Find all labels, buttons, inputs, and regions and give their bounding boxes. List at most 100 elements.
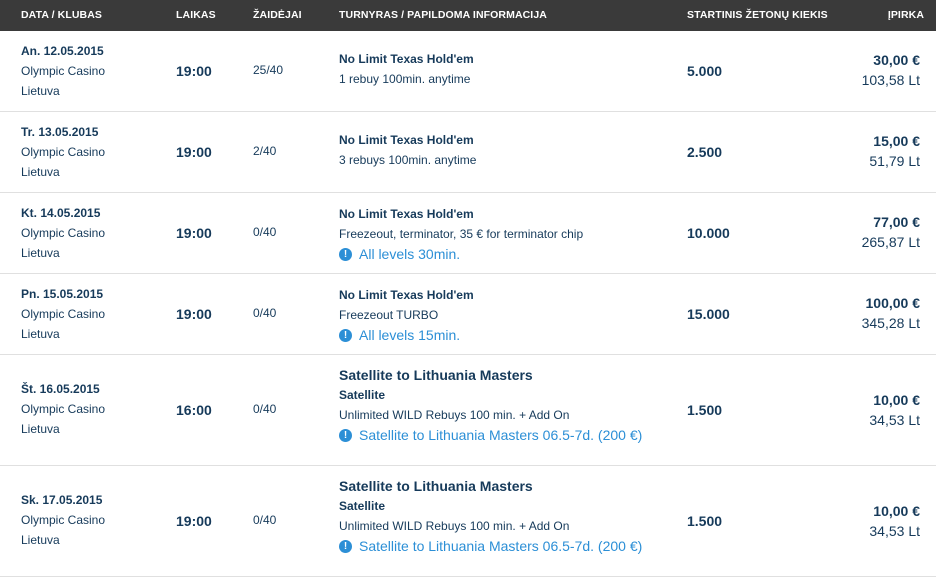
row-chips: 1.500 [687, 402, 723, 418]
row-players: 0/40 [253, 225, 277, 239]
date-club-cell: Sk. 17.05.2015 Olympic Casino Lietuva [21, 490, 105, 550]
tournament-cell: No Limit Texas Hold'em Freezeout, termin… [339, 204, 669, 262]
tournament-cell: Satellite to Lithuania Masters Satellite… [339, 476, 669, 554]
row-chips: 15.000 [687, 306, 730, 322]
row-date: Pn. 15.05.2015 [21, 287, 104, 301]
price-cell: 100,00 € 345,28 Lt [862, 293, 920, 333]
price-lt: 34,53 Lt [869, 412, 920, 428]
row-club[interactable]: Olympic Casino [21, 223, 105, 243]
price-lt: 103,58 Lt [861, 72, 920, 88]
row-club[interactable]: Olympic Casino [21, 142, 105, 162]
price-cell: 30,00 € 103,58 Lt [862, 50, 920, 90]
price-lt: 345,28 Lt [861, 315, 920, 331]
row-country: Lietuva [21, 422, 60, 436]
row-time: 16:00 [176, 402, 212, 418]
header-time[interactable]: LAIKAS [176, 9, 216, 21]
row-date: Tr. 13.05.2015 [21, 125, 99, 139]
tournament-name[interactable]: No Limit Texas Hold'em [339, 49, 669, 69]
tournament-note: ! All levels 15min. [339, 327, 669, 343]
tournament-cell: No Limit Texas Hold'em 3 rebuys 100min. … [339, 130, 669, 170]
info-icon: ! [339, 248, 352, 261]
header-chips[interactable]: STARTINIS ŽETONŲ KIEKIS [687, 9, 828, 21]
date-club-cell: Tr. 13.05.2015 Olympic Casino Lietuva [21, 122, 105, 182]
tournament-info: 1 rebuy 100min. anytime [339, 72, 471, 86]
row-club[interactable]: Olympic Casino [21, 510, 105, 530]
price-eur: 10,00 € [873, 392, 920, 408]
table-row[interactable]: Sk. 17.05.2015 Olympic Casino Lietuva 19… [0, 466, 936, 577]
date-club-cell: Št. 16.05.2015 Olympic Casino Lietuva [21, 379, 105, 439]
row-date: Kt. 14.05.2015 [21, 206, 101, 220]
price-cell: 10,00 € 34,53 Lt [869, 390, 920, 430]
row-chips: 1.500 [687, 513, 723, 529]
row-date: An. 12.05.2015 [21, 44, 104, 58]
price-eur: 30,00 € [873, 52, 920, 68]
date-club-cell: Pn. 15.05.2015 Olympic Casino Lietuva [21, 284, 105, 344]
note-text: Satellite to Lithuania Masters 06.5-7d. … [359, 538, 643, 554]
header-buyin[interactable]: ĮPIRKA [888, 9, 924, 21]
tournament-note: ! Satellite to Lithuania Masters 06.5-7d… [339, 538, 669, 554]
info-icon: ! [339, 329, 352, 342]
row-time: 19:00 [176, 225, 212, 241]
row-chips: 10.000 [687, 225, 730, 241]
price-eur: 10,00 € [873, 503, 920, 519]
header-tournament[interactable]: TURNYRAS / PAPILDOMA INFORMACIJA [339, 9, 547, 21]
row-club[interactable]: Olympic Casino [21, 304, 105, 324]
row-time: 19:00 [176, 306, 212, 322]
tournament-note: ! Satellite to Lithuania Masters 06.5-7d… [339, 427, 669, 443]
tournament-cell: No Limit Texas Hold'em 1 rebuy 100min. a… [339, 49, 669, 89]
row-players: 0/40 [253, 306, 277, 320]
tournament-name[interactable]: Satellite to Lithuania Masters [339, 476, 669, 496]
price-cell: 77,00 € 265,87 Lt [862, 212, 920, 252]
tournament-info: Unlimited WILD Rebuys 100 min. + Add On [339, 408, 570, 422]
tournament-table: DATA / KLUBAS LAIKAS ŽAIDĖJAI TURNYRAS /… [0, 0, 936, 577]
row-players: 2/40 [253, 144, 277, 158]
table-row[interactable]: An. 12.05.2015 Olympic Casino Lietuva 19… [0, 31, 936, 112]
row-club[interactable]: Olympic Casino [21, 61, 105, 81]
note-text: All levels 30min. [359, 246, 461, 262]
price-eur: 15,00 € [873, 133, 920, 149]
info-icon: ! [339, 540, 352, 553]
price-cell: 15,00 € 51,79 Lt [869, 131, 920, 171]
tournament-info: Freezeout, terminator, 35 € for terminat… [339, 227, 584, 241]
price-eur: 100,00 € [865, 295, 921, 311]
row-players: 25/40 [253, 63, 284, 77]
info-icon: ! [339, 429, 352, 442]
tournament-name[interactable]: No Limit Texas Hold'em [339, 285, 669, 305]
note-text: All levels 15min. [359, 327, 461, 343]
date-club-cell: An. 12.05.2015 Olympic Casino Lietuva [21, 41, 105, 101]
tournament-note: ! All levels 30min. [339, 246, 669, 262]
table-row[interactable]: Tr. 13.05.2015 Olympic Casino Lietuva 19… [0, 112, 936, 193]
row-date: Sk. 17.05.2015 [21, 493, 103, 507]
header-date-club[interactable]: DATA / KLUBAS [21, 9, 102, 21]
row-country: Lietuva [21, 246, 60, 260]
tournament-name[interactable]: No Limit Texas Hold'em [339, 204, 669, 224]
row-time: 19:00 [176, 144, 212, 160]
tournament-cell: No Limit Texas Hold'em Freezeout TURBO !… [339, 285, 669, 343]
header-players[interactable]: ŽAIDĖJAI [253, 9, 302, 21]
tournament-name[interactable]: No Limit Texas Hold'em [339, 130, 669, 150]
price-lt: 51,79 Lt [869, 153, 920, 169]
table-row[interactable]: Št. 16.05.2015 Olympic Casino Lietuva 16… [0, 355, 936, 466]
table-row[interactable]: Kt. 14.05.2015 Olympic Casino Lietuva 19… [0, 193, 936, 274]
price-lt: 265,87 Lt [861, 234, 920, 250]
row-country: Lietuva [21, 84, 60, 98]
row-country: Lietuva [21, 165, 60, 179]
row-club[interactable]: Olympic Casino [21, 399, 105, 419]
row-time: 19:00 [176, 513, 212, 529]
price-lt: 34,53 Lt [869, 523, 920, 539]
tournament-cell: Satellite to Lithuania Masters Satellite… [339, 365, 669, 443]
tournament-name[interactable]: Satellite to Lithuania Masters [339, 365, 669, 385]
row-players: 0/40 [253, 402, 277, 416]
table-header: DATA / KLUBAS LAIKAS ŽAIDĖJAI TURNYRAS /… [0, 0, 936, 31]
table-row[interactable]: Pn. 15.05.2015 Olympic Casino Lietuva 19… [0, 274, 936, 355]
tournament-type: Satellite [339, 388, 386, 402]
row-time: 19:00 [176, 63, 212, 79]
row-country: Lietuva [21, 327, 60, 341]
tournament-info: 3 rebuys 100min. anytime [339, 153, 477, 167]
date-club-cell: Kt. 14.05.2015 Olympic Casino Lietuva [21, 203, 105, 263]
row-chips: 2.500 [687, 144, 723, 160]
row-players: 0/40 [253, 513, 277, 527]
row-country: Lietuva [21, 533, 60, 547]
price-cell: 10,00 € 34,53 Lt [869, 501, 920, 541]
row-date: Št. 16.05.2015 [21, 382, 100, 396]
